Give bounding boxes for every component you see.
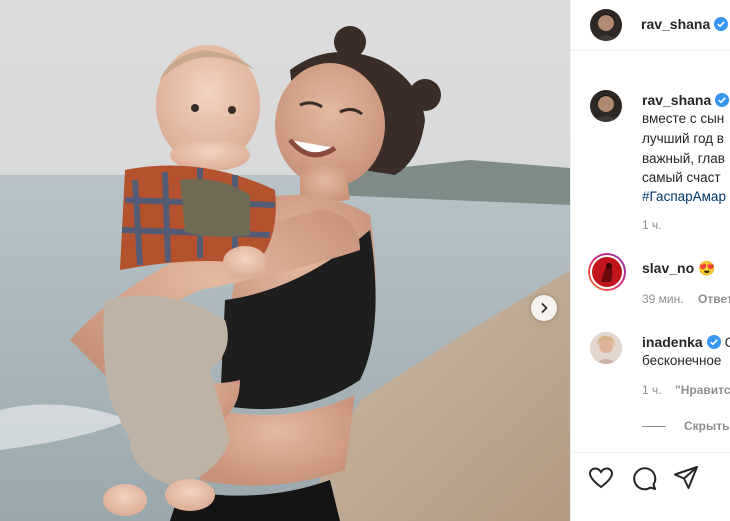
post-side-panel: rav_shana rav_shana вместе с сын лучший … [570, 0, 730, 521]
carousel-next-button[interactable] [531, 295, 557, 321]
comment-username[interactable]: inadenka [642, 334, 703, 350]
post-actions-bar [571, 452, 730, 521]
photo-mother-and-baby-on-beach [0, 0, 570, 521]
heart-icon[interactable] [588, 465, 614, 491]
comment-username[interactable]: slav_no [642, 260, 694, 276]
caption-username[interactable]: rav_shana [642, 92, 711, 108]
comment-emoji: 😍 [698, 260, 716, 276]
avatar-image [594, 14, 618, 41]
caption-text-line: лучший год в [642, 131, 724, 146]
caption-text-line: вместе с сын [642, 111, 725, 126]
chevron-right-icon [541, 302, 548, 314]
comment-avatar-story-ring[interactable] [588, 253, 626, 291]
author-avatar[interactable] [590, 9, 622, 41]
comment-timestamp[interactable]: 1 ч. [642, 383, 662, 397]
comment-avatar[interactable] [590, 332, 622, 364]
comment-timestamp[interactable]: 39 мин. [642, 292, 684, 306]
verified-badge-icon [714, 17, 729, 31]
share-icon[interactable] [673, 465, 699, 491]
avatar-image [594, 95, 618, 122]
comment-likes-button[interactable]: "Нравитс [675, 383, 730, 397]
caption-text-line: важный, глав [642, 151, 725, 166]
hide-replies-button[interactable]: Скрыть [684, 419, 730, 433]
post-photo[interactable] [0, 0, 570, 521]
verified-badge-icon [715, 93, 730, 107]
author-username[interactable]: rav_shana [641, 16, 710, 32]
caption-text-line: самый счаст [642, 170, 721, 185]
comment-icon[interactable] [631, 465, 657, 491]
comment-text: бесконечное [642, 353, 722, 368]
avatar-image [592, 257, 622, 287]
post-header: rav_shana [571, 0, 730, 51]
replies-divider [642, 426, 666, 427]
caption-timestamp[interactable]: 1 ч. [642, 218, 662, 232]
verified-badge-icon [706, 335, 721, 349]
comment-reply-button[interactable]: Ответ [698, 292, 730, 306]
comment-text-start: С [725, 334, 730, 350]
caption-hashtag-link[interactable]: #ГаспарАмар [642, 189, 726, 204]
avatar-image [590, 332, 622, 364]
caption-author-avatar[interactable] [590, 90, 622, 122]
